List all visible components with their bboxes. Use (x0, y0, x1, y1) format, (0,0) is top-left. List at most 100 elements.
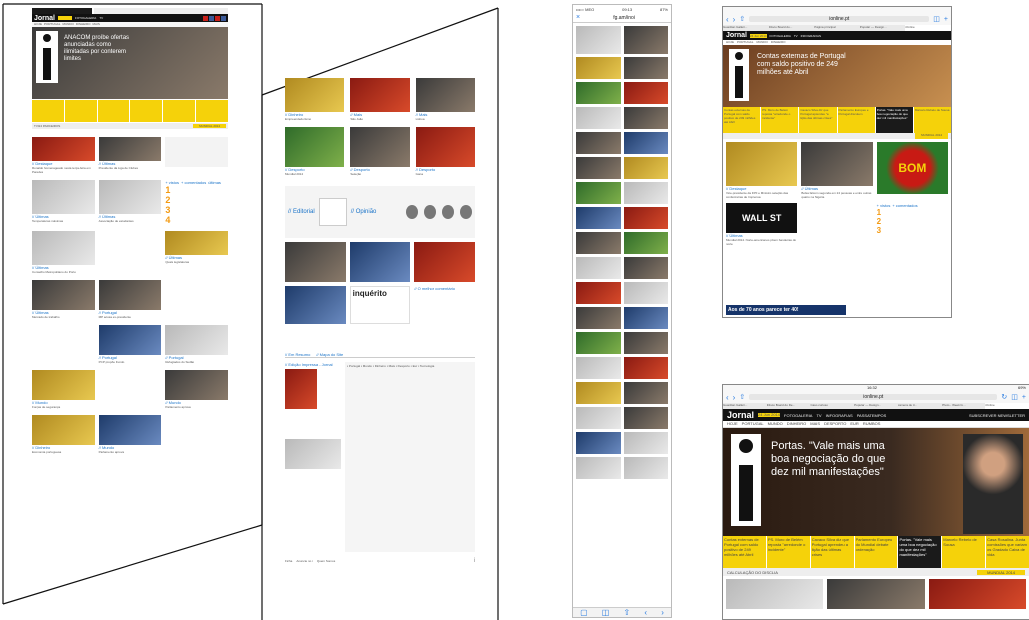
article-card[interactable]: // Mais Lisboa (415, 78, 475, 121)
ad-bom[interactable]: BOM (876, 142, 948, 194)
tab[interactable]: Página principal (814, 25, 860, 31)
hero[interactable]: Portas. "Vale mais uma boa negociação do… (723, 428, 1029, 536)
strip-item[interactable]: Contas externas de Portugal com saldo po… (723, 107, 761, 133)
forward-icon[interactable]: › (733, 393, 736, 402)
reload-icon[interactable]: ↻ (1001, 393, 1007, 401)
article-card[interactable] (726, 579, 824, 609)
logo[interactable]: Jornal (727, 410, 754, 420)
back-icon[interactable]: ‹ (644, 608, 647, 617)
strip-item[interactable]: Portas. "Vale mais uma boa negociação do… (875, 107, 913, 133)
article-card[interactable]: // Mundo Parlamento aprova (165, 370, 228, 409)
thumb-grid[interactable] (285, 439, 341, 469)
strip-item[interactable]: Portas. "Vale mais uma boa negociação do… (898, 536, 942, 568)
nav-primary[interactable]: FOTOGALERIA (784, 413, 812, 418)
print-edition-label[interactable]: // Edição Impressa - Jornal (285, 362, 341, 367)
editorial-label[interactable]: // Editorial (288, 209, 315, 215)
add-tab-icon[interactable]: + (1022, 394, 1026, 401)
article-card[interactable]: // Últimas Presidente da Liga de Clubes (98, 137, 162, 174)
article-card[interactable]: // Mundo Parlamento aprova (98, 415, 162, 454)
ad-banner[interactable]: Aos de 70 anos parece ter 40! (726, 305, 846, 315)
tab[interactable]: Photo - Week fo... (942, 403, 986, 409)
share-icon[interactable]: ⇧ (739, 15, 745, 23)
article-card[interactable]: // Destaque Vice-presidente da FPF e Mini… (726, 142, 798, 199)
tab[interactable]: iDisco Board do... (769, 25, 815, 31)
share-icon[interactable]: ⇧ (624, 608, 631, 617)
video-card[interactable] (414, 242, 475, 282)
tab-active[interactable]: iOnline (985, 403, 1029, 409)
video-card[interactable] (285, 242, 346, 282)
share-icon[interactable]: ⇧ (739, 393, 745, 401)
nav-section[interactable]: PORTUGAL (742, 421, 764, 427)
article-card[interactable]: // Últimas Associação de estudantes (98, 180, 162, 225)
nav-section[interactable]: RUMBOS (863, 421, 881, 427)
nav-section[interactable]: HOJE (727, 421, 738, 427)
tab-ultimas[interactable]: últimas (208, 180, 221, 185)
url-field[interactable]: ionline.pt (749, 394, 998, 400)
bookmarks-icon[interactable]: ◫ (1011, 393, 1018, 401)
bookmarks-icon[interactable]: ◫ (602, 608, 610, 617)
nav-primary[interactable]: TV (816, 413, 821, 418)
tab[interactable]: Popular — Design... (860, 25, 906, 31)
tab[interactable]: Guardian Galleri... (723, 25, 769, 31)
article-card[interactable]: // Últimas Mercado de trabalho (32, 280, 95, 319)
footer-link[interactable]: Ficha (285, 559, 292, 563)
nav-primary-1[interactable]: FOTOGALERIA (75, 16, 96, 20)
logo[interactable]: Jornal (34, 15, 55, 22)
article-card[interactable]: // Últimas Quais legislaturas (165, 231, 228, 274)
mundial-badge[interactable]: MUNDIAL 2014 (915, 133, 948, 139)
strip-item[interactable]: Cavaco Silva diz que Portugal aprendeu a… (810, 536, 854, 568)
nav-primary[interactable]: INFOGRAFIAS (826, 413, 853, 418)
strip-item[interactable]: Marcelo Rebelo de Sousa (942, 536, 986, 568)
nav-section[interactable]: EUR (850, 421, 858, 427)
mundial-badge[interactable]: MUNDIAL 2014 (977, 569, 1025, 575)
article-card[interactable]: // Últimas Bolsa falcom segunda em 24 pes… (801, 142, 873, 199)
tab-mapa-site[interactable]: // Mapa do Site (316, 352, 343, 357)
avatar[interactable] (406, 205, 418, 219)
strip-item[interactable]: Parlamento Europeu do Mundial debate ord… (854, 536, 898, 568)
nav-section[interactable]: DINHEIRO (787, 421, 807, 427)
nav-primary[interactable]: TV (794, 34, 798, 38)
article-card[interactable]: // Desporto Seleção (350, 127, 410, 176)
article-card[interactable]: // Portugal MP acusa ex-presidente (98, 280, 162, 319)
nav-primary-2[interactable]: TV (99, 16, 103, 20)
footer-link[interactable]: Quem Somos (317, 559, 335, 563)
hero-headline[interactable]: Contas externas de Portugal com saldo po… (757, 53, 857, 77)
strip-item[interactable]: PS. Moro de Belém reposta "arredonde o i… (761, 107, 799, 133)
nav-section[interactable]: DESPORTO (824, 421, 846, 427)
nav-primary[interactable]: INFOGRAFIAS (801, 34, 821, 38)
tab-comentados[interactable]: + comentados (181, 180, 206, 185)
nav-primary[interactable]: FOTOGALERIA (770, 34, 791, 38)
avatar[interactable] (442, 205, 454, 219)
best-comment-label[interactable]: // O melhor comentário (414, 286, 475, 291)
tab[interactable]: Caso curioso (810, 403, 854, 409)
bookmarks-icon[interactable]: ◫ (933, 15, 940, 23)
hero-headline[interactable]: Portas. "Vale mais uma boa negociação do… (771, 440, 901, 479)
forward-icon[interactable]: › (661, 608, 664, 617)
article-card[interactable]: // Desporto Mundial 2014 (285, 127, 345, 176)
nav-primary[interactable]: PASSATEMPOS (857, 413, 887, 418)
inquerito-box[interactable]: inquérito (349, 286, 411, 324)
video-card[interactable] (285, 286, 346, 324)
tab[interactable]: Guardian Galleri... (723, 403, 767, 409)
tab[interactable]: camera de tr... (898, 403, 942, 409)
add-tab-icon[interactable]: + (944, 16, 948, 23)
article-card[interactable]: // Portugal Refugiados do Sudão (165, 325, 228, 364)
mundial-badge[interactable]: MUNDIAL 2014 (193, 124, 226, 128)
back-icon[interactable]: ‹ (726, 393, 729, 402)
article-card[interactable]: // Mundo Forças de segurança (32, 370, 95, 409)
strip-item[interactable]: Marcelo Rebelo de Sousa (913, 107, 951, 133)
nav-section[interactable]: MAIS (810, 421, 820, 427)
print-cover[interactable] (285, 369, 317, 409)
article-card[interactable]: // Dinheiro Economia portuguesa (32, 415, 95, 454)
tab[interactable]: iDisco Board do De... (767, 403, 811, 409)
avatar[interactable] (424, 205, 436, 219)
article-card[interactable]: // Últimas Temperaturas máximas (32, 180, 95, 225)
article-card[interactable]: WALL ST// Últimas Mundial 2014. Norte-ame… (726, 203, 798, 246)
article-card[interactable] (928, 579, 1026, 609)
strip-item[interactable]: PS. Moro de Belém reposta "arredonde o i… (766, 536, 810, 568)
logo[interactable]: Jornal (726, 32, 747, 39)
strip-item[interactable]: Contas externas de Portugal com saldo po… (723, 536, 766, 568)
article-card[interactable] (98, 231, 162, 274)
tab-em-resumo[interactable]: // Em Resumo (285, 352, 310, 357)
hero[interactable]: Contas externas de Portugal com saldo po… (723, 45, 951, 107)
